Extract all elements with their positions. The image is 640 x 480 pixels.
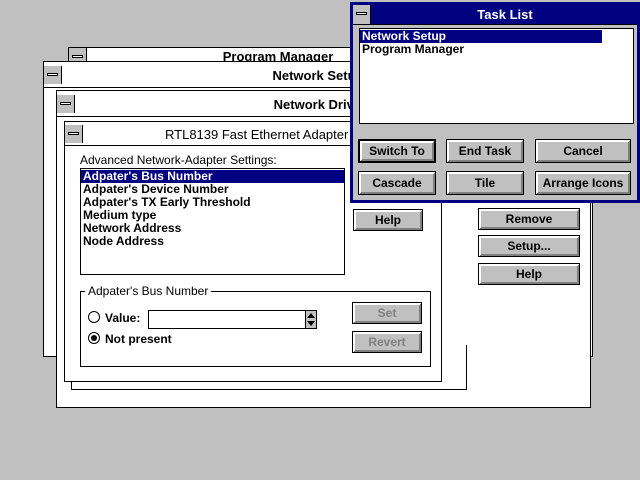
- system-menu-icon: [68, 132, 79, 135]
- adapter-dialog-system-menu[interactable]: [65, 125, 83, 143]
- cancel-button-label: Cancel: [563, 144, 603, 158]
- not-present-radio-label-text: Not present: [105, 332, 172, 346]
- revert-button-label: Revert: [368, 335, 406, 349]
- system-menu-icon: [72, 55, 83, 58]
- drivers-help-button-label: Help: [515, 267, 542, 281]
- dialog-help-button[interactable]: Help: [353, 209, 423, 231]
- value-radio[interactable]: [88, 311, 100, 323]
- set-button-label: Set: [377, 306, 397, 320]
- arrange-icons-button[interactable]: Arrange Icons: [535, 171, 631, 195]
- task-listbox[interactable]: Network Setup Program Manager: [359, 28, 634, 124]
- arrange-icons-button-label: Arrange Icons: [542, 176, 624, 190]
- value-input[interactable]: [148, 310, 306, 329]
- remove-button-label: Remove: [505, 212, 553, 226]
- cascade-button[interactable]: Cascade: [358, 171, 436, 195]
- value-radio-label-text: Value:: [105, 311, 141, 325]
- tile-button[interactable]: Tile: [446, 171, 524, 195]
- list-item[interactable]: Node Address: [81, 235, 344, 248]
- tile-button-label: Tile: [474, 176, 496, 190]
- task-list-system-menu[interactable]: [353, 5, 371, 24]
- cascade-button-label: Cascade: [372, 176, 422, 190]
- setup-button-label: Setup...: [507, 239, 551, 253]
- task-list-titlebar[interactable]: Task List: [353, 5, 637, 25]
- not-present-radio-label[interactable]: Not present: [105, 332, 172, 346]
- spin-down-icon[interactable]: [307, 321, 315, 326]
- spin-up-icon[interactable]: [307, 313, 315, 318]
- task-list-window[interactable]: Task List Network Setup Program Manager …: [350, 2, 640, 203]
- setup-button[interactable]: Setup...: [478, 235, 580, 257]
- system-menu-icon: [356, 12, 367, 15]
- switch-to-button-label: Switch To: [369, 144, 425, 158]
- drivers-help-button[interactable]: Help: [478, 263, 580, 285]
- cancel-button[interactable]: Cancel: [535, 139, 631, 163]
- groupbox-label: Adpater's Bus Number: [85, 284, 212, 298]
- list-item[interactable]: Program Manager: [360, 43, 633, 56]
- not-present-radio[interactable]: [88, 332, 100, 344]
- settings-list-label-text: Advanced Network-Adapter Settings:: [80, 153, 277, 167]
- revert-button[interactable]: Revert: [352, 331, 422, 353]
- end-task-button[interactable]: End Task: [446, 139, 524, 163]
- dialog-help-button-label: Help: [374, 213, 401, 227]
- task-list-title: Task List: [477, 7, 533, 22]
- switch-to-button[interactable]: Switch To: [358, 139, 436, 163]
- radio-dot-icon: [91, 335, 97, 341]
- settings-listbox[interactable]: Adpater's Bus Number Adpater's Device Nu…: [80, 168, 345, 275]
- set-button[interactable]: Set: [352, 302, 422, 324]
- value-spinner[interactable]: [306, 310, 317, 329]
- end-task-button-label: End Task: [458, 144, 512, 158]
- value-radio-label[interactable]: Value:: [105, 311, 140, 325]
- groupbox-label-text: Adpater's Bus Number: [88, 284, 209, 298]
- settings-list-label: Advanced Network-Adapter Settings:: [80, 153, 277, 167]
- remove-button[interactable]: Remove: [478, 208, 580, 230]
